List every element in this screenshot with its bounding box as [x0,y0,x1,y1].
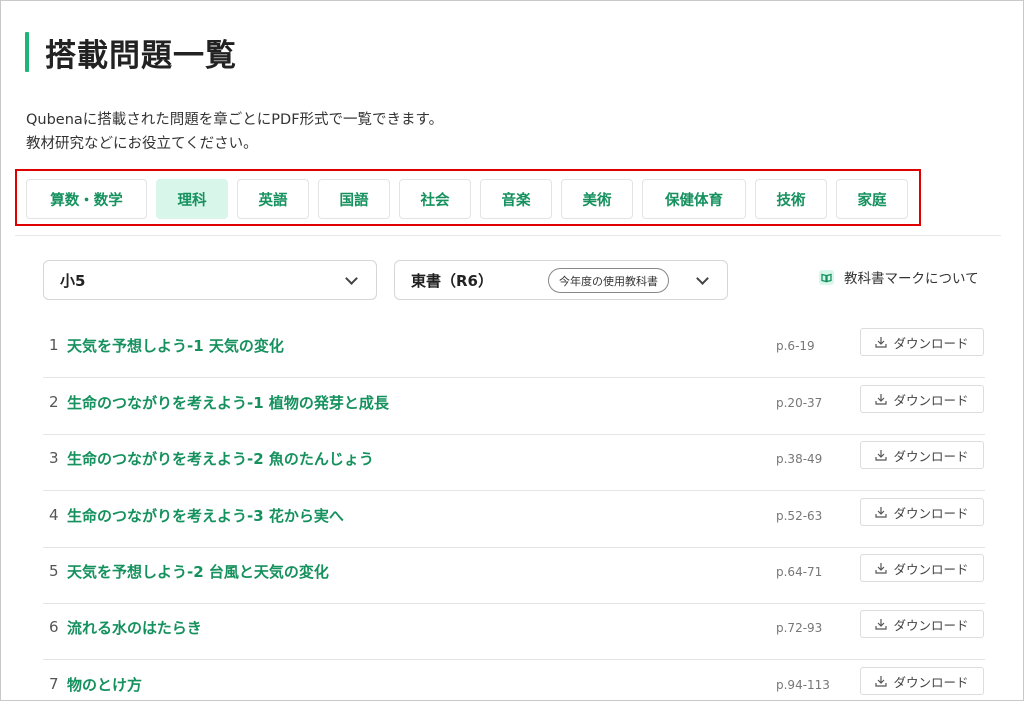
textbook-mark-link[interactable]: 教科書マークについて [819,267,979,287]
chapter-number: 3 [49,449,59,467]
download-icon [875,337,888,348]
chapter-number: 4 [49,506,59,524]
textbook-mark-link-label: 教科書マークについて [844,271,979,287]
tab-music[interactable]: 音楽 [480,179,552,219]
chapter-row: 4 生命のつながりを考えよう-3 花から実へ p.52-63 ダウンロード [43,491,985,548]
chapter-pages: p.20-37 [776,396,823,410]
chapter-pages: p.52-63 [776,509,823,523]
title-accent-bar [25,32,29,72]
tab-home-economics[interactable]: 家庭 [836,179,908,219]
download-button[interactable]: ダウンロード [860,667,984,695]
chapter-pages: p.6-19 [776,339,815,353]
chapter-title-link[interactable]: 天気を予想しよう-2 台風と天気の変化 [67,561,329,582]
description-line-2: 教材研究などにお役立てください。 [26,136,258,152]
chapter-row: 2 生命のつながりを考えよう-1 植物の発芽と成長 p.20-37 ダウンロード [43,378,985,435]
chapter-title-link[interactable]: 物のとけ方 [67,674,142,695]
download-button-label: ダウンロード [893,675,969,690]
download-button-label: ダウンロード [893,506,969,521]
download-icon [875,450,888,461]
download-button[interactable]: ダウンロード [860,554,984,582]
chapter-number: 6 [49,618,59,636]
tab-math[interactable]: 算数・数学 [26,179,147,219]
chevron-down-icon [696,272,709,285]
chapter-title-link[interactable]: 生命のつながりを考えよう-3 花から実へ [67,505,344,526]
tab-art[interactable]: 美術 [561,179,633,219]
download-button[interactable]: ダウンロード [860,441,984,469]
tab-health-pe[interactable]: 保健体育 [642,179,746,219]
chapter-pages: p.64-71 [776,565,823,579]
chapter-row: 6 流れる水のはたらき p.72-93 ダウンロード [43,603,985,660]
chapter-pages: p.72-93 [776,621,823,635]
chevron-down-icon [345,272,358,285]
chapter-number: 5 [49,562,59,580]
chapter-title-link[interactable]: 生命のつながりを考えよう-1 植物の発芽と成長 [67,392,389,413]
download-button-label: ダウンロード [893,336,969,351]
download-button-label: ダウンロード [893,393,969,408]
download-icon [875,563,888,574]
page-description: Qubenaに搭載された問題を章ごとにPDF形式で一覧できます。 教材研究などに… [26,108,443,156]
chapter-pages: p.38-49 [776,452,823,466]
description-line-1: Qubenaに搭載された問題を章ごとにPDF形式で一覧できます。 [26,112,444,128]
current-textbook-badge: 今年度の使用教科書 [548,268,669,293]
grade-select-value: 小5 [60,271,86,290]
download-button[interactable]: ダウンロード [860,498,984,526]
chapter-title-link[interactable]: 天気を予想しよう-1 天気の変化 [67,335,284,356]
chapter-pages: p.94-113 [776,678,830,692]
page-title: 搭載問題一覧 [45,37,237,74]
chapter-title-link[interactable]: 生命のつながりを考えよう-2 魚のたんじょう [67,448,374,469]
tab-english[interactable]: 英語 [237,179,309,219]
download-button[interactable]: ダウンロード [860,328,984,356]
page-header: 搭載問題一覧 [25,31,237,74]
download-button[interactable]: ダウンロード [860,385,984,413]
textbook-select[interactable]: 東書（R6） 今年度の使用教科書 [394,260,728,300]
download-icon [875,619,888,630]
chapter-number: 1 [49,336,59,354]
tab-social-studies[interactable]: 社会 [399,179,471,219]
textbook-select-value: 東書（R6） [411,271,493,290]
download-icon [875,394,888,405]
download-button[interactable]: ダウンロード [860,610,984,638]
download-icon [875,507,888,518]
chapter-row: 1 天気を予想しよう-1 天気の変化 p.6-19 ダウンロード [43,321,985,378]
download-button-label: ダウンロード [893,449,969,464]
chapter-title-link[interactable]: 流れる水のはたらき [67,617,202,638]
download-button-label: ダウンロード [893,562,969,577]
chapter-row: 3 生命のつながりを考えよう-2 魚のたんじょう p.38-49 ダウンロード [43,434,985,491]
page-frame: 搭載問題一覧 Qubenaに搭載された問題を章ごとにPDF形式で一覧できます。 … [0,0,1024,701]
book-icon [819,269,834,285]
download-button-label: ダウンロード [893,618,969,633]
chapter-number: 2 [49,393,59,411]
download-icon [875,676,888,687]
tab-technology[interactable]: 技術 [755,179,827,219]
tab-japanese[interactable]: 国語 [318,179,390,219]
section-divider [15,235,1001,236]
chapter-row: 7 物のとけ方 p.94-113 ダウンロード [43,660,985,700]
grade-select[interactable]: 小5 [43,260,377,300]
chapter-row: 5 天気を予想しよう-2 台風と天気の変化 p.64-71 ダウンロード [43,547,985,604]
chapter-number: 7 [49,675,59,693]
tab-science[interactable]: 理科 [156,179,228,219]
